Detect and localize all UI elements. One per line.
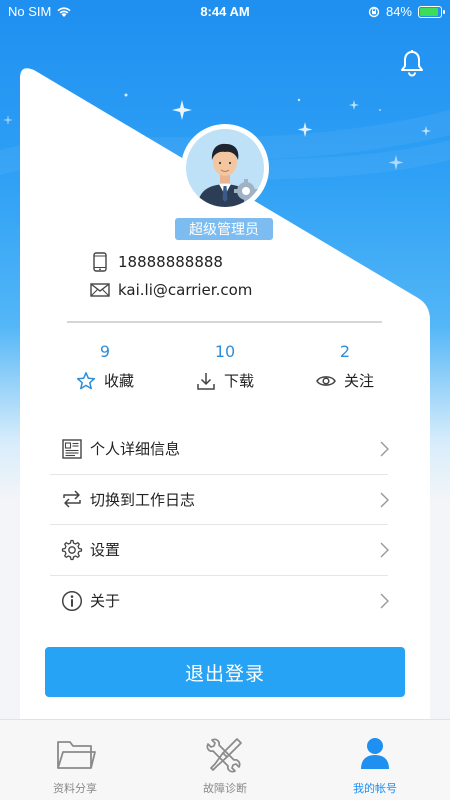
divider [67, 321, 382, 323]
user-portrait-icon [198, 143, 258, 207]
star-icon [76, 371, 96, 389]
stat-count: 2 [339, 342, 351, 361]
tab-fault-diagnosis[interactable]: 故障诊断 [150, 720, 300, 800]
tab-my-account[interactable]: 我的帐号 [300, 720, 450, 800]
menu-item-profile-details[interactable]: 个人详细信息 [50, 424, 389, 475]
menu-label: 个人详细信息 [90, 440, 181, 459]
stat-count: 9 [99, 342, 111, 361]
logout-button[interactable]: 退出登录 [45, 647, 405, 697]
stat-label: 下载 [223, 372, 254, 390]
chevron-right-icon [380, 593, 389, 608]
battery-fill [420, 7, 439, 16]
stats-row: 9 收藏 10 下载 2 关注 [40, 342, 410, 398]
stat-label: 关注 [343, 372, 374, 390]
avatar-image [186, 129, 264, 207]
stat-count: 10 [214, 342, 236, 361]
menu-label: 关于 [90, 592, 121, 611]
switch-arrows-icon [60, 487, 84, 511]
tab-resource-share[interactable]: 资料分享 [0, 720, 150, 800]
account-menu: 个人详细信息 切换到工作日志 设置 关于 [50, 424, 389, 627]
tab-bar: 资料分享 故障诊断 我的帐号 [0, 719, 450, 800]
menu-label: 设置 [90, 541, 121, 560]
chevron-right-icon [380, 542, 389, 558]
bell-icon[interactable] [397, 48, 427, 78]
menu-item-switch-worklog[interactable]: 切换到工作日志 [50, 475, 389, 525]
tab-label: 故障诊断 [203, 782, 247, 795]
phone-row: 18888888888 [90, 252, 223, 272]
menu-item-about[interactable]: 关于 [50, 576, 389, 627]
tools-icon [206, 738, 242, 773]
chevron-right-icon [380, 441, 389, 457]
menu-label: 切换到工作日志 [90, 490, 196, 509]
tab-label: 我的帐号 [353, 782, 397, 795]
info-icon [60, 589, 84, 613]
status-right: 84% [368, 4, 445, 19]
chevron-right-icon [380, 492, 389, 507]
download-icon [197, 372, 215, 390]
role-badge: 超级管理员 [175, 218, 273, 240]
email-row: kai.li@carrier.com [90, 280, 252, 300]
newspaper-icon [60, 437, 84, 461]
stat-favorites[interactable]: 9 收藏 [50, 342, 160, 391]
stat-downloads[interactable]: 10 下载 [170, 342, 280, 391]
battery-percent: 84% [385, 4, 412, 19]
phone-icon [90, 252, 110, 272]
mail-icon [90, 280, 110, 300]
menu-item-settings[interactable]: 设置 [50, 525, 389, 576]
orientation-lock-icon [368, 6, 380, 17]
eye-icon [316, 375, 336, 386]
stat-label: 收藏 [103, 372, 134, 390]
stat-following[interactable]: 2 关注 [290, 342, 400, 391]
email-address: kai.li@carrier.com [118, 281, 253, 299]
person-icon [361, 738, 389, 769]
battery-icon [418, 5, 445, 18]
tab-label: 资料分享 [53, 782, 97, 795]
phone-number: 18888888888 [118, 253, 223, 271]
folder-icon [57, 741, 96, 769]
gear-icon [60, 538, 84, 562]
avatar[interactable] [181, 124, 269, 212]
status-bar: No SIM 8:44 AM 84% [0, 0, 450, 24]
